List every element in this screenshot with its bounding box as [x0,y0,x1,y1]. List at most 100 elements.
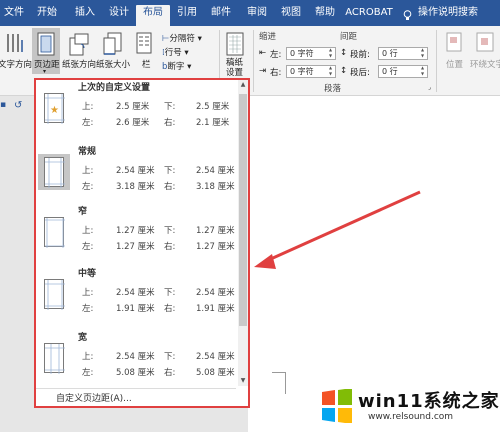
space-after-field[interactable]: 0 行 [378,65,428,78]
bottom-value: 2.54 厘米 [196,288,235,298]
tab-references[interactable]: 引用 [170,5,204,26]
watermark: win11系统之家 www.relsound.com [316,383,500,432]
top-label: 上: [82,226,94,236]
tab-insert[interactable]: 插入 [68,5,102,26]
star-icon: ★ [50,105,59,116]
ribbon-tab-bar: 文件 开始 插入 设计 布局 引用 邮件 审阅 视图 帮助 ACROBAT 操作… [0,0,500,26]
top-value: 2.54 厘米 [116,352,155,362]
bottom-label: 下: [164,102,176,112]
scroll-up-icon[interactable]: ▲ [238,80,248,90]
wrap-text-button[interactable]: 环绕文字 [470,58,500,70]
paper-size-button[interactable]: 纸张大小 [96,58,130,70]
hyphenation-button[interactable]: b断字 ▾ [162,60,191,72]
hyphenation-label: 断字 [167,62,185,72]
line-numbers-button[interactable]: ⁞行号 ▾ [162,46,189,58]
right-value: 1.91 厘米 [196,304,235,314]
tab-acrobat[interactable]: ACROBAT [344,5,394,26]
columns-icon [136,32,152,54]
tab-design[interactable]: 设计 [102,5,136,26]
top-value: 1.27 厘米 [116,226,155,236]
tab-view[interactable]: 视图 [274,5,308,26]
bottom-label: 下: [164,288,176,298]
margin-option-wide[interactable]: 宽 上: 2.54 厘米 下: 2.54 厘米 左: 5.08 厘米 右: 5.… [36,330,236,390]
page-corner-mark [272,372,286,394]
space-before-label: 段前: [350,50,370,60]
left-label: 左: [82,368,94,378]
right-value: 2.1 厘米 [196,118,230,128]
quick-access-column: ▪ ↺ [0,96,28,432]
margin-option-last-custom[interactable]: ★ 上次的自定义设置 上: 2.5 厘米 下: 2.5 厘米 左: 2.6 厘米… [36,80,236,140]
right-label: 右: [164,304,176,314]
right-value: 3.18 厘米 [196,182,235,192]
indent-left-field[interactable]: 0 字符 [286,47,336,60]
watermark-url: www.relsound.com [368,412,454,422]
top-value: 2.54 厘米 [116,288,155,298]
bottom-value: 2.5 厘米 [196,102,230,112]
left-value: 1.91 厘米 [116,304,155,314]
dropdown-scrollbar[interactable]: ▲ ▼ [238,80,248,386]
tab-layout[interactable]: 布局 [136,5,170,26]
line-numbers-label: 行号 [164,48,182,58]
breaks-label: 分隔符 [169,34,195,44]
indent-left-icon: ⇤ [259,48,267,58]
tab-file[interactable]: 文件 [0,5,28,26]
lightbulb-icon [403,10,412,20]
undo-icon[interactable]: ↺ [14,100,22,111]
tab-review[interactable]: 审阅 [240,5,274,26]
bottom-value: 2.54 厘米 [196,352,235,362]
position-icon [446,32,462,52]
margin-preview-icon [38,340,70,376]
scroll-down-icon[interactable]: ▼ [238,376,248,386]
tell-me-search[interactable]: 操作说明搜索 [418,5,500,26]
top-value: 2.54 厘米 [116,166,155,176]
space-after-icon: ↕ [340,66,348,76]
right-value: 1.27 厘米 [196,242,235,252]
margins-icon [37,32,55,56]
custom-margins-item[interactable]: 自定义页边距(A)... [36,388,236,404]
space-after-label: 段后: [350,68,370,78]
columns-button[interactable]: 栏 [142,58,151,70]
position-button[interactable]: 位置 [446,58,463,70]
right-label: 右: [164,182,176,192]
space-before-field[interactable]: 0 行 [378,47,428,60]
orientation-button[interactable]: 纸张方向 [62,58,96,70]
margin-option-moderate[interactable]: 中等 上: 2.54 厘米 下: 2.54 厘米 左: 1.91 厘米 右: 1… [36,266,236,326]
chevron-down-icon: ▾ [43,68,47,75]
bottom-label: 下: [164,352,176,362]
dialog-launcher-icon[interactable]: ⌟ [428,84,431,91]
option-name: 常规 [78,147,97,157]
tab-help[interactable]: 帮助 [308,5,342,26]
text-direction-button[interactable]: 文字方向 [0,58,32,70]
scroll-thumb[interactable] [239,94,247,326]
indent-right-field[interactable]: 0 字符 [286,65,336,78]
manuscript-icon [226,32,244,56]
right-label: 右: [164,368,176,378]
indent-heading: 缩进 [259,32,277,42]
top-label: 上: [82,102,94,112]
paper-size-icon [103,32,122,55]
top-label: 上: [82,352,94,362]
tab-mailings[interactable]: 邮件 [204,5,238,26]
bottom-value: 2.54 厘米 [196,166,235,176]
left-value: 2.6 厘米 [116,118,150,128]
right-value: 5.08 厘米 [196,368,235,378]
watermark-brand: win11系统之家 [358,391,500,412]
top-label: 上: [82,166,94,176]
margin-option-narrow[interactable]: 窄 上: 1.27 厘米 下: 1.27 厘米 左: 1.27 厘米 右: 1.… [36,204,236,264]
save-icon[interactable]: ▪ [0,100,6,110]
margin-option-normal[interactable]: 常规 上: 2.54 厘米 下: 2.54 厘米 左: 3.18 厘米 右: 3… [36,144,236,204]
bottom-label: 下: [164,226,176,236]
right-label: 右: [164,118,176,128]
breaks-button[interactable]: ⊢分隔符 ▾ [162,32,202,44]
divider [436,30,437,92]
margin-preview-icon [38,154,70,190]
option-name: 中等 [78,269,97,279]
margins-label: 页边距 [34,60,60,70]
text-direction-icon [7,34,23,52]
margin-preview-icon [38,214,70,250]
tab-home[interactable]: 开始 [30,5,64,26]
left-label: 左: [82,182,94,192]
bottom-value: 1.27 厘米 [196,226,235,236]
right-label: 右: [164,242,176,252]
manuscript-button[interactable]: 稿纸设置 [226,58,246,78]
